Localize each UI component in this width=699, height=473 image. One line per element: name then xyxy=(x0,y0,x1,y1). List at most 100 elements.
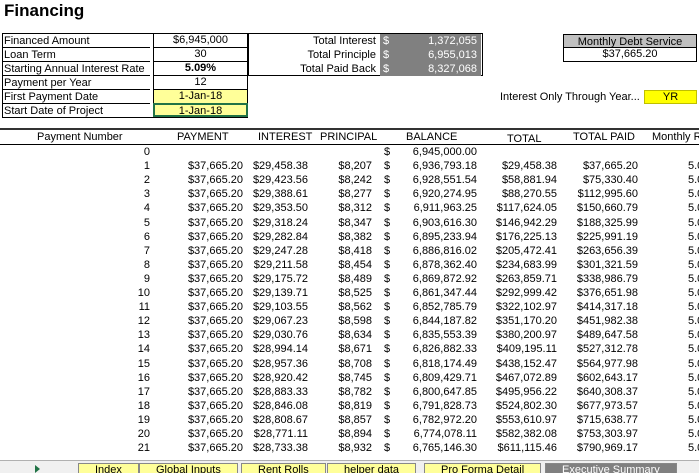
cell-balance[interactable]: 6,765,146.30 xyxy=(395,442,477,454)
cell-payment-number[interactable]: 11 xyxy=(110,301,150,313)
cell-total[interactable]: $117,624.05 xyxy=(485,202,557,214)
cell-total-paid[interactable]: $753,303.97 xyxy=(566,428,638,440)
input-loan-term[interactable]: 30 xyxy=(153,48,248,62)
cell-principal[interactable]: $8,242 xyxy=(322,174,372,186)
cell-total[interactable]: $438,152.47 xyxy=(485,358,557,370)
cell-payment[interactable]: $37,665.20 xyxy=(165,400,243,412)
cell-monthly-rate[interactable]: 5.0 xyxy=(688,202,699,214)
cell-balance[interactable]: 6,844,187.82 xyxy=(395,315,477,327)
cell-monthly-rate[interactable]: 5.0 xyxy=(688,358,699,370)
cell-total-paid[interactable]: $640,308.37 xyxy=(566,386,638,398)
cell-total[interactable]: $176,225.13 xyxy=(485,231,557,243)
cell-principal[interactable]: $8,708 xyxy=(322,358,372,370)
cell-balance-currency[interactable]: $ xyxy=(384,273,394,285)
cell-payment[interactable]: $37,665.20 xyxy=(165,315,243,327)
cell-principal[interactable]: $8,819 xyxy=(322,400,372,412)
cell-total-paid[interactable]: $376,651.98 xyxy=(566,287,638,299)
cell-balance-currency[interactable]: $ xyxy=(384,202,394,214)
cell-principal[interactable]: $8,418 xyxy=(322,245,372,257)
cell-payment[interactable]: $37,665.20 xyxy=(165,217,243,229)
cell-monthly-rate[interactable]: 5.0 xyxy=(688,160,699,172)
cell-payment[interactable]: $37,665.20 xyxy=(165,160,243,172)
cell-principal[interactable]: $8,562 xyxy=(322,301,372,313)
cell-payment-number[interactable]: 19 xyxy=(110,414,150,426)
cell-balance[interactable]: 6,945,000.00 xyxy=(395,146,477,158)
cell-balance-currency[interactable]: $ xyxy=(384,315,394,327)
cell-balance-currency[interactable]: $ xyxy=(384,160,394,172)
cell-interest[interactable]: $29,175.72 xyxy=(248,273,308,285)
cell-interest[interactable]: $28,994.14 xyxy=(248,343,308,355)
cell-payment-number[interactable]: 7 xyxy=(110,245,150,257)
cell-balance-currency[interactable]: $ xyxy=(384,400,394,412)
cell-balance-currency[interactable]: $ xyxy=(384,146,394,158)
cell-total-paid[interactable]: $715,638.77 xyxy=(566,414,638,426)
cell-total[interactable]: $205,472.41 xyxy=(485,245,557,257)
cell-balance-currency[interactable]: $ xyxy=(384,414,394,426)
cell-payment-number[interactable]: 5 xyxy=(110,217,150,229)
input-payment-per-year[interactable]: 12 xyxy=(153,76,248,90)
cell-principal[interactable]: $8,207 xyxy=(322,160,372,172)
cell-principal[interactable]: $8,382 xyxy=(322,231,372,243)
interest-only-input[interactable]: YR xyxy=(644,90,697,104)
cell-principal[interactable]: $8,277 xyxy=(322,188,372,200)
cell-monthly-rate[interactable]: 5.0 xyxy=(688,217,699,229)
cell-payment-number[interactable]: 21 xyxy=(110,442,150,454)
cell-total-paid[interactable]: $188,325.99 xyxy=(566,217,638,229)
cell-total[interactable]: $582,382.08 xyxy=(485,428,557,440)
cell-interest[interactable]: $29,030.76 xyxy=(248,329,308,341)
cell-monthly-rate[interactable]: 5.0 xyxy=(688,245,699,257)
cell-balance-currency[interactable]: $ xyxy=(384,188,394,200)
cell-payment[interactable]: $37,665.20 xyxy=(165,428,243,440)
cell-total-paid[interactable]: $602,643.17 xyxy=(566,372,638,384)
cell-total-paid[interactable]: $527,312.78 xyxy=(566,343,638,355)
cell-balance-currency[interactable]: $ xyxy=(384,245,394,257)
cell-payment-number[interactable]: 1 xyxy=(110,160,150,172)
cell-payment-number[interactable]: 16 xyxy=(110,372,150,384)
cell-total[interactable]: $88,270.55 xyxy=(485,188,557,200)
cell-payment-number[interactable]: 3 xyxy=(110,188,150,200)
cell-payment-number[interactable]: 20 xyxy=(110,428,150,440)
input-financed-amount[interactable]: $6,945,000 xyxy=(153,34,248,48)
cell-monthly-rate[interactable]: 5.0 xyxy=(688,386,699,398)
cell-balance[interactable]: 6,895,233.94 xyxy=(395,231,477,243)
cell-interest[interactable]: $29,247.28 xyxy=(248,245,308,257)
cell-balance[interactable]: 6,878,362.40 xyxy=(395,259,477,271)
cell-balance-currency[interactable]: $ xyxy=(384,231,394,243)
cell-total-paid[interactable]: $451,982.38 xyxy=(566,315,638,327)
cell-payment[interactable]: $37,665.20 xyxy=(165,358,243,370)
cell-monthly-rate[interactable]: 5.0 xyxy=(688,231,699,243)
input-interest-rate[interactable]: 5.09% xyxy=(153,62,248,76)
cell-balance[interactable]: 6,835,553.39 xyxy=(395,329,477,341)
cell-monthly-rate[interactable]: 5.0 xyxy=(688,428,699,440)
monthly-debt-service-value[interactable]: $37,665.20 xyxy=(563,48,697,62)
cell-payment-number[interactable]: 0 xyxy=(110,146,150,158)
cell-balance[interactable]: 6,818,174.49 xyxy=(395,358,477,370)
cell-total[interactable]: $234,683.99 xyxy=(485,259,557,271)
cell-monthly-rate[interactable]: 5.0 xyxy=(688,174,699,186)
cell-total[interactable]: $495,956.22 xyxy=(485,386,557,398)
total-paid-back-value[interactable]: 8,327,068 xyxy=(396,62,481,76)
cell-total-paid[interactable]: $414,317.18 xyxy=(566,301,638,313)
cell-interest[interactable]: $28,733.38 xyxy=(248,442,308,454)
cell-principal[interactable]: $8,489 xyxy=(322,273,372,285)
cell-monthly-rate[interactable]: 5.0 xyxy=(688,343,699,355)
cell-payment-number[interactable]: 14 xyxy=(110,343,150,355)
cell-interest[interactable]: $29,388.61 xyxy=(248,188,308,200)
cell-total[interactable]: $351,170.20 xyxy=(485,315,557,327)
cell-monthly-rate[interactable]: 5.0 xyxy=(688,372,699,384)
sheet-tab[interactable]: Executive Summary xyxy=(545,463,677,473)
cell-total[interactable]: $467,072.89 xyxy=(485,372,557,384)
cell-total-paid[interactable]: $112,995.60 xyxy=(566,188,638,200)
cell-balance-currency[interactable]: $ xyxy=(384,287,394,299)
cell-principal[interactable]: $8,671 xyxy=(322,343,372,355)
cell-payment-number[interactable]: 18 xyxy=(110,400,150,412)
cell-payment-number[interactable]: 4 xyxy=(110,202,150,214)
cell-principal[interactable]: $8,745 xyxy=(322,372,372,384)
sheet-tab[interactable]: Global Inputs xyxy=(139,463,238,473)
cell-balance[interactable]: 6,852,785.79 xyxy=(395,301,477,313)
cell-total[interactable]: $380,200.97 xyxy=(485,329,557,341)
cell-balance[interactable]: 6,800,647.85 xyxy=(395,386,477,398)
cell-balance[interactable]: 6,869,872.92 xyxy=(395,273,477,285)
cell-interest[interactable]: $29,067.23 xyxy=(248,315,308,327)
cell-payment[interactable]: $37,665.20 xyxy=(165,202,243,214)
